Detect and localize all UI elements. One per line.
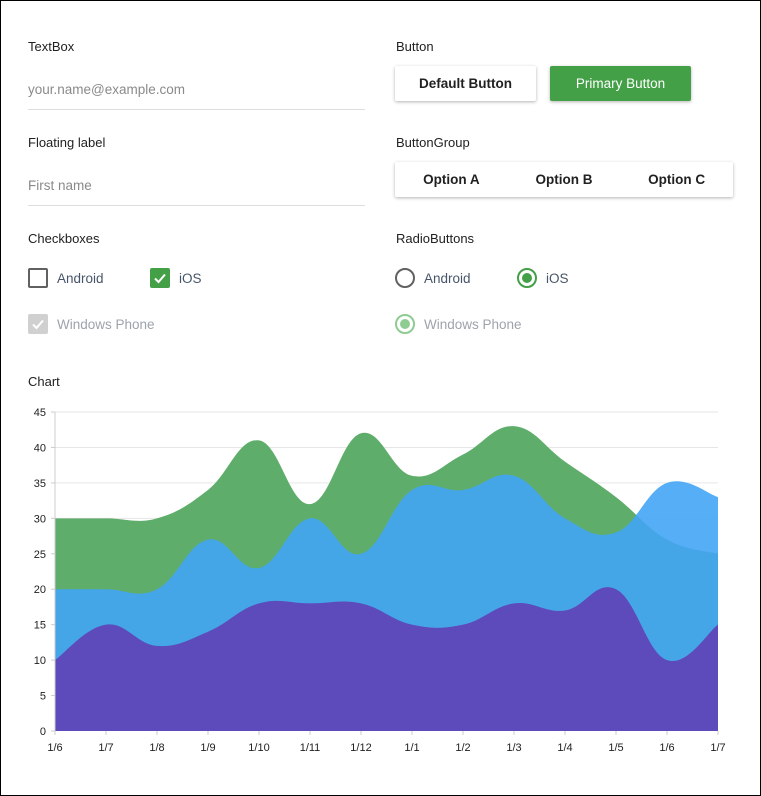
y-tick-label: 25 [34, 549, 46, 561]
y-tick-label: 40 [34, 442, 46, 454]
x-tick-label: 1/5 [608, 742, 623, 754]
x-tick-label: 1/11 [300, 742, 321, 754]
x-tick-label: 1/8 [149, 742, 164, 754]
y-tick-label: 0 [40, 726, 46, 738]
x-tick-label: 1/6 [47, 742, 62, 754]
x-tick-label: 1/9 [200, 742, 215, 754]
x-tick-label: 1/7 [710, 742, 725, 754]
x-tick-label: 1/6 [659, 742, 674, 754]
y-tick-label: 20 [34, 584, 46, 596]
y-tick-label: 10 [34, 655, 46, 667]
x-tick-label: 1/2 [455, 742, 470, 754]
x-tick-label: 1/7 [98, 742, 113, 754]
x-tick-label: 1/3 [506, 742, 521, 754]
x-tick-label: 1/12 [350, 742, 371, 754]
y-tick-label: 15 [34, 620, 46, 632]
y-tick-label: 30 [34, 513, 46, 525]
y-tick-label: 45 [34, 407, 46, 419]
area-chart: 0 5 10 15 20 25 30 35 40 45 1/6 1/7 1/8 1/9 1/10 1/11 1/… [34, 407, 726, 754]
y-tick-label: 5 [40, 691, 46, 703]
x-tick-label: 1/10 [248, 742, 269, 754]
x-tick-label: 1/4 [557, 742, 572, 754]
y-tick-label: 35 [34, 478, 46, 490]
x-tick-label: 1/1 [404, 742, 419, 754]
